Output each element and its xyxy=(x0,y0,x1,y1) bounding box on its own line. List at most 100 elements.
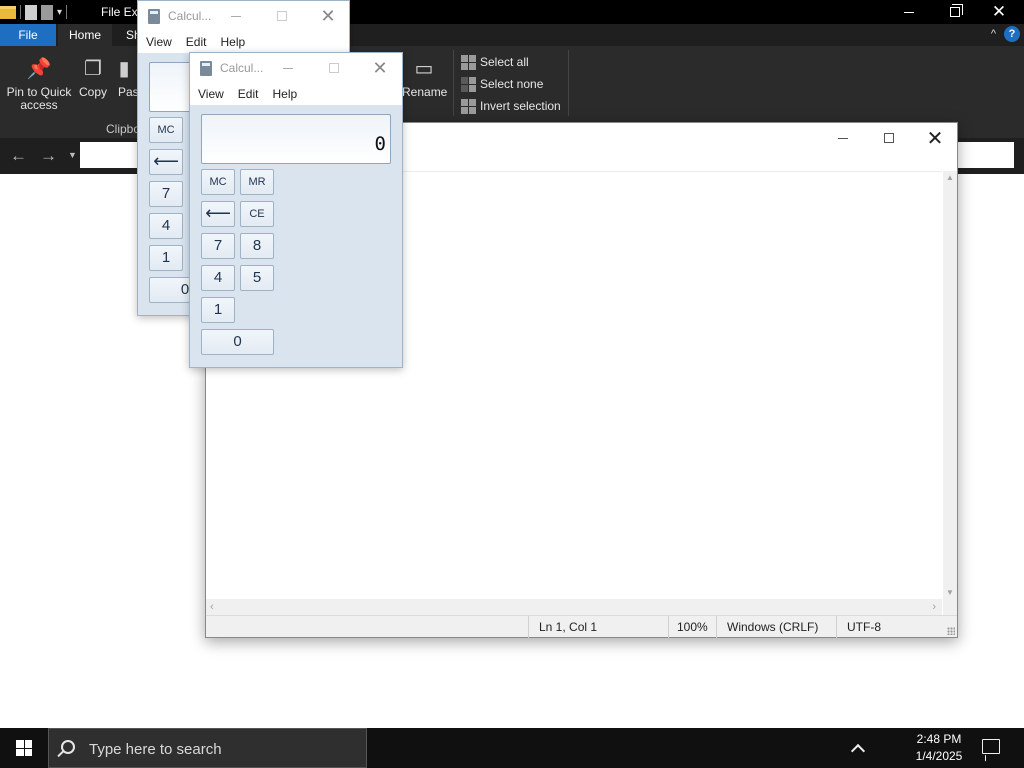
clipboard-group-label: Clipbo xyxy=(106,122,141,136)
close-button[interactable]: ✕ xyxy=(976,0,1022,24)
calculator-close-button[interactable]: ✕ xyxy=(308,1,348,31)
cursor-position: Ln 1, Col 1 xyxy=(528,616,668,638)
zoom-level: 100% xyxy=(668,616,716,638)
line-ending: Windows (CRLF) xyxy=(716,616,836,638)
backspace-button[interactable]: ⟵ xyxy=(201,201,235,227)
recent-locations-icon[interactable]: ▼ xyxy=(68,150,77,160)
minimize-icon xyxy=(838,137,848,139)
select-none-icon xyxy=(461,76,476,92)
digit-7-button[interactable]: 7 xyxy=(201,233,235,259)
digit-5-button[interactable]: 5 xyxy=(240,265,274,291)
close-icon: ✕ xyxy=(991,2,1007,21)
windows-logo-icon xyxy=(16,740,32,756)
vertical-scrollbar[interactable]: ▲ ▼ xyxy=(943,171,957,599)
menu-help[interactable]: Help xyxy=(264,83,303,105)
show-hidden-icons-button[interactable] xyxy=(848,739,868,757)
start-button[interactable] xyxy=(0,728,48,768)
calculator-menu-bar: View Edit Help xyxy=(190,83,402,105)
rename-icon: ▭ xyxy=(414,57,434,80)
digit-0-button[interactable]: 0 xyxy=(201,329,274,355)
system-clock[interactable]: 2:48 PM 1/4/2025 xyxy=(900,731,978,765)
paste-button[interactable]: ▮ Pas xyxy=(118,56,139,99)
new-folder-icon[interactable] xyxy=(41,4,53,20)
calculator-close-button[interactable]: ✕ xyxy=(360,53,400,83)
notepad-maximize-button[interactable] xyxy=(866,123,912,153)
calculator-title: Calcul... xyxy=(168,9,212,23)
back-arrow-icon[interactable]: ← xyxy=(10,146,27,166)
close-icon: ✕ xyxy=(926,127,944,150)
paste-label: Pas xyxy=(118,85,139,99)
scrollbar-corner xyxy=(943,599,957,615)
copy-icon: ❐ xyxy=(84,57,102,80)
select-all-label: Select all xyxy=(480,55,529,69)
calculator-maximize-button[interactable] xyxy=(262,1,302,31)
digit-4-button[interactable]: 4 xyxy=(201,265,235,291)
minimize-icon xyxy=(231,15,241,17)
copy-label: Copy xyxy=(78,85,107,99)
calculator-title: Calcul... xyxy=(220,61,264,75)
folder-icon[interactable] xyxy=(0,5,16,19)
invert-selection-button[interactable]: Invert selection xyxy=(461,98,561,114)
backspace-button[interactable]: ⟵ xyxy=(149,149,183,175)
select-all-button[interactable]: Select all xyxy=(461,54,561,70)
select-none-button[interactable]: Select none xyxy=(461,76,561,92)
rename-button[interactable]: ▭ Rename xyxy=(402,56,447,99)
taskbar: Type here to search 2:48 PM 1/4/2025 xyxy=(0,728,1024,768)
memory-clear-button[interactable]: MC xyxy=(149,117,183,143)
status-bar: Ln 1, Col 1 100% Windows (CRLF) UTF-8 xyxy=(206,615,957,638)
menu-help[interactable]: Help xyxy=(212,31,251,53)
calculator-icon xyxy=(148,9,160,24)
memory-recall-button[interactable]: MR xyxy=(240,169,274,195)
encoding: UTF-8 xyxy=(836,616,946,638)
maximize-icon xyxy=(884,133,894,143)
notification-icon[interactable] xyxy=(982,739,1000,754)
group-divider xyxy=(568,50,569,116)
scroll-left-icon[interactable]: ‹ xyxy=(210,601,214,613)
calculator-maximize-button[interactable] xyxy=(314,53,354,83)
taskbar-search-box[interactable]: Type here to search xyxy=(48,728,367,768)
notepad-minimize-button[interactable] xyxy=(820,123,866,153)
collapse-ribbon-icon[interactable]: ^ xyxy=(991,28,996,40)
paste-icon: ▮ xyxy=(118,57,130,80)
calculator-body: 0 MC MR ⟵ CE 7 8 4 5 1 0 xyxy=(190,105,402,367)
memory-clear-button[interactable]: MC xyxy=(201,169,235,195)
digit-1-button[interactable]: 1 xyxy=(149,245,183,271)
notepad-close-button[interactable]: ✕ xyxy=(912,123,958,153)
close-icon: ✕ xyxy=(320,5,336,26)
calculator-minimize-button[interactable] xyxy=(268,53,308,83)
scroll-down-icon[interactable]: ▼ xyxy=(943,588,957,597)
resize-grip-icon[interactable] xyxy=(947,627,955,635)
group-divider xyxy=(453,50,454,116)
horizontal-scrollbar[interactable]: ‹ › xyxy=(206,599,942,615)
pin-to-quick-access-button[interactable]: 📌 Pin to Quick access xyxy=(6,56,72,112)
digit-7-button[interactable]: 7 xyxy=(149,181,183,207)
digit-4-button[interactable]: 4 xyxy=(149,213,183,239)
tab-file[interactable]: File xyxy=(0,24,56,46)
digit-1-button[interactable]: 1 xyxy=(201,297,235,323)
properties-icon[interactable] xyxy=(25,4,37,20)
scroll-right-icon[interactable]: › xyxy=(932,601,936,613)
forward-arrow-icon[interactable]: → xyxy=(40,146,57,166)
clock-time: 2:48 PM xyxy=(916,732,962,746)
restore-button[interactable] xyxy=(932,0,978,24)
minimize-button[interactable] xyxy=(886,0,932,24)
calculator-titlebar: Calcul... ✕ xyxy=(190,53,402,83)
menu-edit[interactable]: Edit xyxy=(178,31,213,53)
menu-view[interactable]: View xyxy=(138,31,178,53)
copy-button[interactable]: ❐ Copy xyxy=(76,56,110,99)
customize-toolbar-icon[interactable]: ▾ xyxy=(57,7,62,18)
help-icon[interactable]: ? xyxy=(1004,26,1020,42)
calculator-minimize-button[interactable] xyxy=(216,1,256,31)
toolbar-divider xyxy=(20,5,21,19)
menu-edit[interactable]: Edit xyxy=(230,83,265,105)
scroll-up-icon[interactable]: ▲ xyxy=(943,173,957,182)
clear-entry-button[interactable]: CE xyxy=(240,201,274,227)
minimize-icon xyxy=(283,67,293,69)
digit-8-button[interactable]: 8 xyxy=(240,233,274,259)
restore-icon xyxy=(950,4,963,17)
search-placeholder: Type here to search xyxy=(89,741,222,758)
pin-label: Pin to Quick access xyxy=(6,85,72,112)
pin-icon: 📌 xyxy=(26,57,52,80)
tab-home[interactable]: Home xyxy=(58,24,112,46)
menu-view[interactable]: View xyxy=(190,83,230,105)
